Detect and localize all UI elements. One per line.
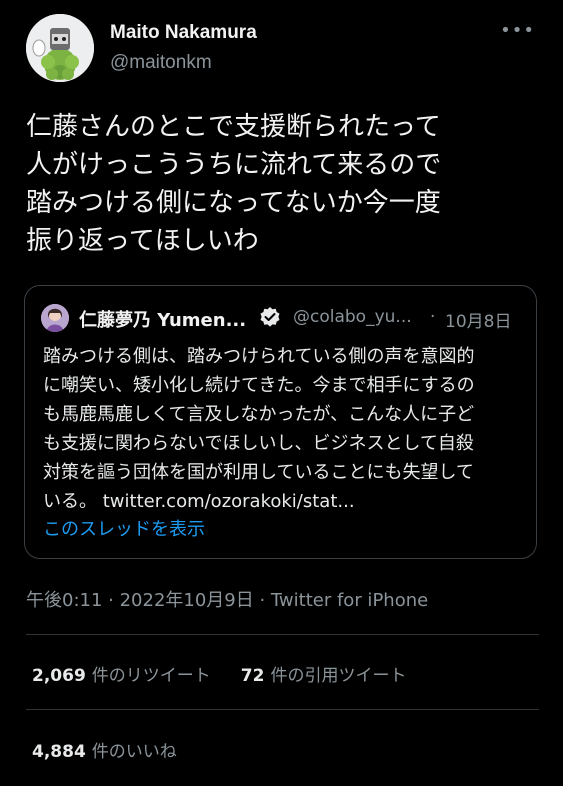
tweet-text: 仁藤さんのとこで支援断られたって 人がけっこううちに流れて来るので 踏みつける側… — [26, 112, 442, 256]
likes-label: 件のいいね — [91, 742, 177, 762]
retweets-stat[interactable]: 2,069 件のリツイート — [32, 661, 211, 686]
quoted-tweet-body: 踏みつける側は、踏みつけられている側の声を意図的 に嘲笑い、矮小化し続けてきた。… — [43, 342, 525, 516]
quotes-stat[interactable]: 72 件の引用ツイート — [241, 661, 407, 686]
author-avatar[interactable] — [26, 14, 94, 82]
author-handle[interactable]: @maitonkm — [110, 52, 212, 74]
retweets-label: 件のリツイート — [91, 666, 211, 686]
quoted-tweet[interactable]: 仁藤夢乃 Yumen... @colabo_yu... · 10月8日 踏みつけ… — [24, 285, 537, 559]
engagement-stats: 2,069 件のリツイート 72 件の引用ツイート — [32, 661, 436, 686]
verified-badge-icon — [259, 306, 281, 328]
likes-stat[interactable]: 4,884 件のいいね — [32, 737, 177, 762]
more-icon[interactable]: ••• — [500, 20, 535, 41]
quoted-author-handle: @colabo_yu... — [293, 307, 412, 327]
show-thread-link[interactable]: このスレッドを表示 — [43, 515, 205, 541]
tweet-header: Maito Nakamura @maitonkm ••• — [26, 14, 541, 84]
likes-stats: 4,884 件のいいね — [32, 737, 207, 762]
tweet-timestamp[interactable]: 午後0:11 · 2022年10月9日 · Twitter for iPhone — [26, 586, 428, 612]
retweets-count: 2,069 — [32, 666, 86, 686]
divider — [26, 634, 539, 635]
quoted-tweet-link[interactable]: twitter.com/ozorakoki/stat... — [103, 491, 355, 512]
likes-count: 4,884 — [32, 742, 86, 762]
quoted-date: 10月8日 — [445, 312, 512, 332]
quoted-author-avatar — [41, 304, 69, 332]
quoted-tweet-text: 踏みつける側は、踏みつけられている側の声を意図的 に嘲笑い、矮小化し続けてきた。… — [43, 346, 475, 512]
quoted-author-name: 仁藤夢乃 Yumen... — [79, 310, 247, 331]
author-name[interactable]: Maito Nakamura — [110, 22, 257, 44]
quoted-separator: · — [430, 307, 436, 327]
quotes-label: 件の引用ツイート — [270, 666, 407, 686]
divider — [26, 709, 539, 710]
quoted-tweet-header: 仁藤夢乃 Yumen... @colabo_yu... · 10月8日 — [41, 302, 522, 332]
quotes-count: 72 — [240, 666, 265, 686]
